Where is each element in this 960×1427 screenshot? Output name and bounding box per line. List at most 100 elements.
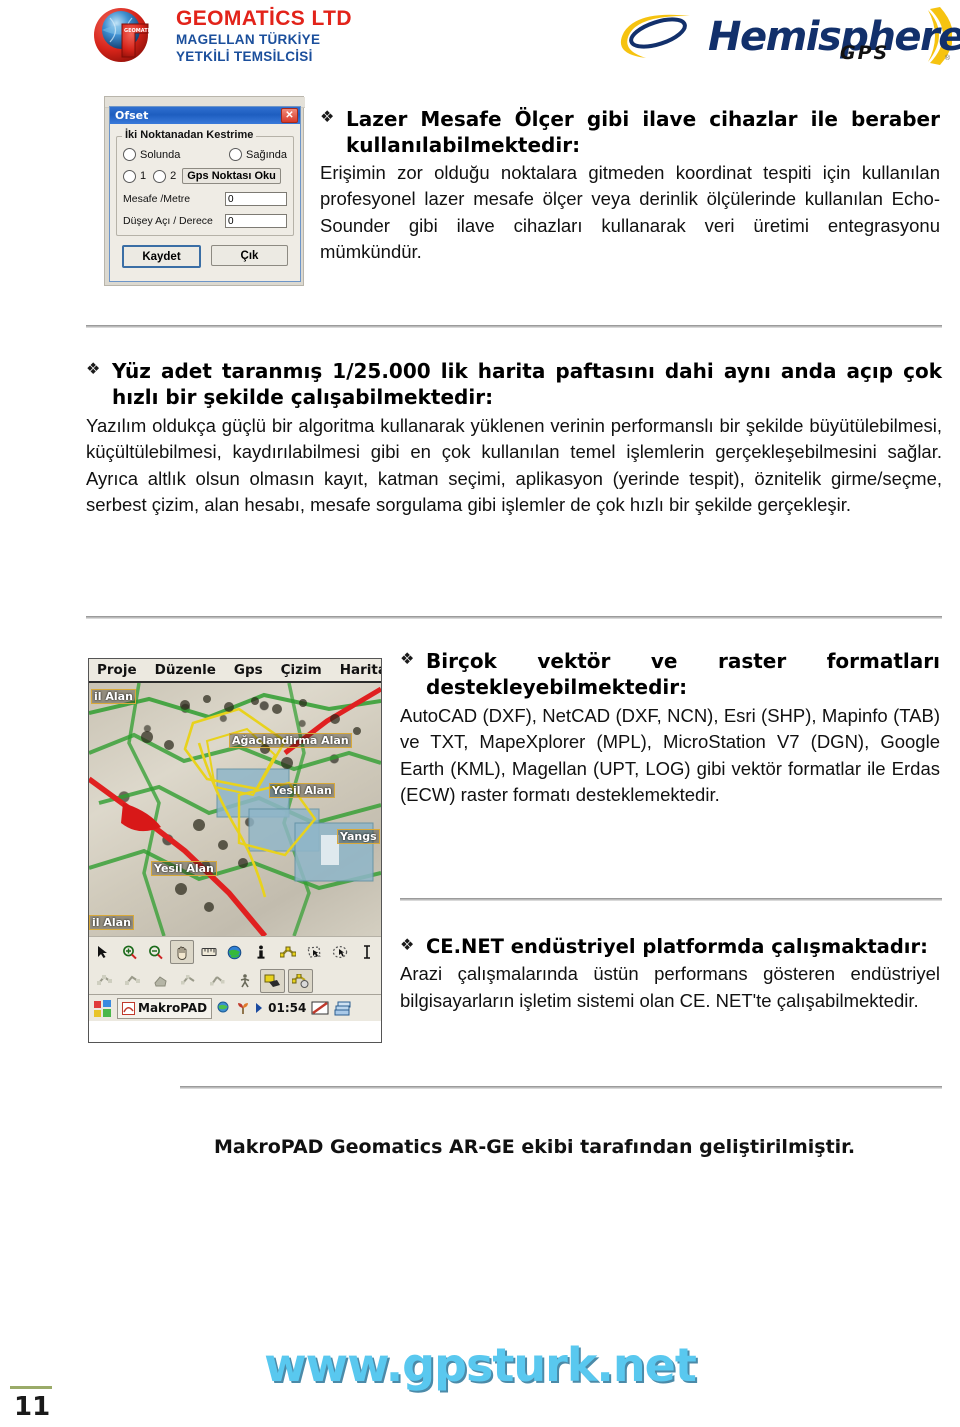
geomatics-line3: YETKİLİ TEMSİLCİSİ (176, 48, 313, 64)
page-number: 11 (14, 1392, 51, 1422)
kestirme-group: İki Noktanadan Kestrime Solunda Sağında … (116, 129, 294, 236)
zoom-in-icon[interactable] (117, 940, 141, 964)
text-icon[interactable] (355, 940, 379, 964)
section-3-body: AutoCAD (DXF), NetCAD (DXF, NCN), Esri (… (400, 705, 940, 805)
group-legend: İki Noktanadan Kestrime (122, 129, 257, 141)
website-url[interactable]: www.gpsturk.net (0, 1338, 960, 1392)
map-label-agaclandirma: Ağaclandirma Alan (229, 733, 352, 748)
map-label-yesil-alan-1: Yesil Alan (269, 783, 335, 798)
side-radio-row: Solunda Sağında (123, 148, 287, 161)
section-3-heading: Birçok vektör ve raster formatları deste… (426, 649, 940, 699)
geomatics-wordmark: GEOMATİCS LTD MAGELLAN TÜRKİYE YETKİLİ T… (176, 4, 352, 66)
dialog-title: Ofset (115, 109, 149, 122)
section-1-body: Erişimin zor olduğu noktalara gitmeden k… (320, 162, 940, 262)
bullet-diamond-icon: ❖ (400, 649, 415, 668)
lasso-select-icon[interactable] (328, 940, 352, 964)
bullet-diamond-icon: ❖ (86, 359, 101, 378)
menu-proje[interactable]: Proje (97, 662, 137, 678)
info-icon[interactable] (249, 940, 273, 964)
svg-text:GEOMATICS: GEOMATICS (124, 28, 157, 34)
windows-stack-icon[interactable] (334, 1001, 352, 1016)
line-node-icon[interactable] (92, 969, 117, 993)
line-add-icon[interactable] (120, 969, 145, 993)
ofset-dialog-screenshot: Ofset ✕ İki Noktanadan Kestrime Solunda … (104, 96, 305, 286)
page-header: GEOMATICS GEOMATİCS LTD MAGELLAN TÜRKİYE… (0, 0, 960, 86)
radio-point-2[interactable] (153, 169, 167, 183)
duseyaci-input[interactable]: 0 (225, 214, 287, 228)
node-split-icon[interactable] (204, 969, 229, 993)
kaydet-button[interactable]: Kaydet (122, 245, 201, 268)
document-page: GEOMATICS GEOMATİCS LTD MAGELLAN TÜRKİYE… (0, 0, 960, 1427)
section-2-heading: Yüz adet taranmış 1/25.000 lik harita pa… (112, 359, 942, 409)
close-icon[interactable]: ✕ (281, 108, 298, 123)
section-4-heading: CE.NET endüstriyel platformda çalışmakta… (426, 935, 928, 958)
map-vector-overlay (89, 683, 381, 936)
polygon-fill-icon[interactable] (148, 969, 173, 993)
menu-gps[interactable]: Gps (234, 662, 263, 678)
mesafe-label: Mesafe /Metre (123, 193, 191, 205)
measure-icon[interactable] (196, 940, 220, 964)
node-move-icon[interactable] (176, 969, 201, 993)
radio-saginda[interactable] (229, 148, 243, 161)
start-icon[interactable] (93, 999, 112, 1018)
gps-point-icon[interactable] (288, 968, 313, 993)
globe-icon[interactable] (223, 940, 247, 964)
page-number-rule (10, 1386, 52, 1389)
gis-taskbar: MakroPAD 01:54 (89, 994, 381, 1021)
dialog-title-bar: Ofset ✕ (110, 107, 300, 124)
mesafe-input[interactable]: 0 (225, 192, 287, 206)
map-label-il-alan-bottom: il Alan (89, 915, 134, 930)
divider-1 (86, 325, 942, 328)
section-ce-net: ❖ CE.NET endüstriyel platformda çalışmak… (400, 934, 940, 1014)
hemisphere-gps-subtext: GPS (840, 42, 890, 64)
map-label-yangs: Yangs (337, 829, 380, 844)
menu-duzenle[interactable]: Düzenle (155, 662, 216, 678)
walk-icon[interactable] (232, 969, 257, 993)
keyboard-icon[interactable] (311, 1001, 329, 1016)
node-edit-icon[interactable] (276, 940, 300, 964)
radio-solunda-label: Solunda (140, 148, 181, 161)
arrow-tray-icon[interactable] (255, 1002, 263, 1014)
section-4-heading-row: ❖ CE.NET endüstriyel platformda çalışmak… (400, 934, 940, 959)
section-lazer-mesafe: ❖ Lazer Mesafe Ölçer gibi ilave cihazlar… (320, 106, 940, 265)
menu-cizim[interactable]: Çizim (281, 662, 322, 678)
makropad-app-icon (122, 1001, 135, 1015)
polygon-select-icon[interactable] (302, 940, 326, 964)
makropad-taskbar-button[interactable]: MakroPAD (117, 997, 213, 1019)
geomatics-line1: GEOMATİCS LTD (176, 7, 352, 30)
map-label-il-alan-top: il Alan (91, 689, 136, 704)
layer-tag-icon[interactable] (260, 968, 285, 993)
dialog-button-row: Kaydet Çık (116, 236, 294, 268)
plant-tray-icon[interactable] (236, 1001, 250, 1015)
section-1-heading: Lazer Mesafe Ölçer gibi ilave cihazlar i… (346, 107, 940, 157)
makropad-gis-screenshot: Proje Düzenle Gps Çizim Harita (88, 658, 382, 1043)
radio-point-1-label: 1 (140, 170, 147, 182)
gis-toolbar-secondary (89, 967, 381, 994)
menu-harita[interactable]: Harita (340, 662, 381, 678)
hemisphere-gps-logo: Hemisphere GPS ® (612, 6, 960, 68)
radio-point-1[interactable] (123, 169, 136, 183)
section-4-body: Arazi çalışmalarında üstün performans gö… (400, 963, 940, 1011)
duseyaci-field-row: Düşey Açı / Derece 0 (123, 214, 287, 228)
bullet-diamond-icon: ❖ (400, 935, 415, 954)
arrow-select-icon[interactable] (91, 940, 115, 964)
geomatics-globe-icon: GEOMATICS (88, 4, 166, 66)
cik-button[interactable]: Çık (211, 245, 288, 266)
zoom-out-icon[interactable] (144, 940, 168, 964)
gis-menu-bar: Proje Düzenle Gps Çizim Harita (89, 659, 381, 683)
taskbar-clock: 01:54 (268, 1001, 307, 1015)
map-label-yesil-alan-2: Yesil Alan (151, 861, 217, 876)
dialog-body: İki Noktanadan Kestrime Solunda Sağında … (110, 124, 300, 268)
divider-3 (400, 898, 942, 901)
footer-note: MakroPAD Geomatics AR-GE ekibi tarafında… (214, 1136, 856, 1158)
gis-map-canvas[interactable]: il Alan Ağaclandirma Alan Yesil Alan Yes… (89, 683, 381, 936)
pan-hand-icon[interactable] (170, 940, 195, 964)
globe-tray-icon[interactable] (217, 1001, 231, 1015)
gps-noktasi-oku-button[interactable]: Gps Noktası Oku (182, 168, 281, 184)
radio-saginda-label: Sağında (246, 148, 287, 161)
mesafe-field-row: Mesafe /Metre 0 (123, 192, 287, 206)
radio-solunda[interactable] (123, 148, 136, 161)
section-3-heading-row: ❖ Birçok vektör ve raster formatları des… (400, 648, 940, 700)
point-radio-row: 1 2 Gps Noktası Oku (123, 168, 287, 184)
divider-4 (180, 1086, 942, 1089)
